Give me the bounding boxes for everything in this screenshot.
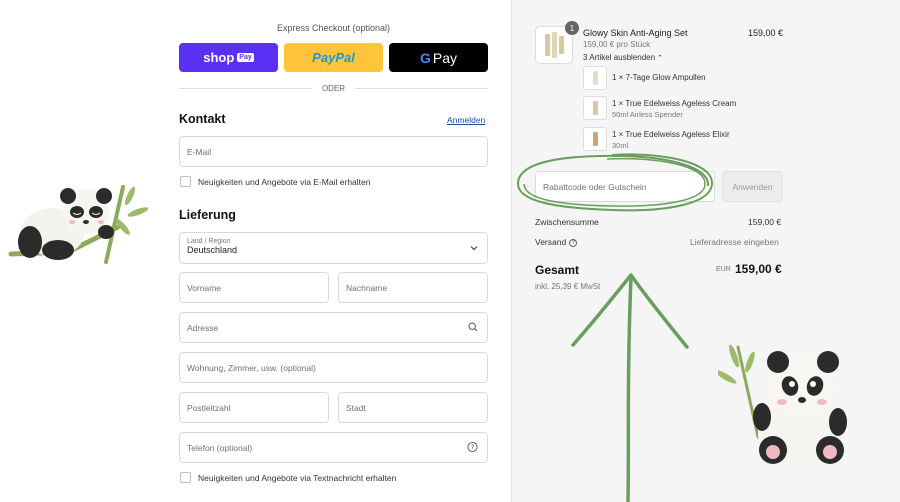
- google-pay-button[interactable]: G Pay: [389, 43, 488, 72]
- total-currency: EUR: [716, 266, 731, 273]
- subtotal-label: Zwischensumme: [535, 217, 599, 227]
- quantity-badge: 1: [565, 21, 579, 35]
- bundle-item-thumbnail: [583, 66, 607, 90]
- last-name-field[interactable]: Nachname: [338, 272, 488, 303]
- paypal-button[interactable]: Pay Pal: [284, 43, 383, 72]
- login-link[interactable]: Anmelden: [447, 115, 485, 125]
- phone-field[interactable]: Telefon (optional) ?: [179, 432, 488, 463]
- arrow-up-annotation: [571, 273, 689, 502]
- bundle-item-name: 1 × True Edelweiss Ageless Elixir: [612, 130, 730, 139]
- bundle-toggle-label: 3 Artikel ausblenden: [583, 53, 656, 62]
- bundle-toggle[interactable]: 3 Artikel ausblenden ⌃: [583, 53, 663, 62]
- shipping-row: Versand?: [535, 237, 578, 247]
- country-select[interactable]: Land / Region Deutschland: [179, 232, 488, 264]
- total-value: 159,00 €: [735, 262, 782, 276]
- paypal-label-pal: Pal: [335, 50, 355, 65]
- bundle-item-detail: 30ml: [612, 141, 629, 150]
- email-newsletter-checkbox[interactable]: [180, 176, 191, 187]
- shop-pay-button[interactable]: shop Pay: [179, 43, 278, 72]
- svg-text:?: ?: [471, 443, 475, 451]
- sitting-panda-sticker: [718, 344, 847, 466]
- address-placeholder: Adresse: [187, 322, 219, 333]
- help-icon[interactable]: ?: [467, 441, 478, 454]
- phone-placeholder: Telefon (optional): [187, 442, 253, 453]
- address-field[interactable]: Adresse: [179, 312, 488, 343]
- first-name-field[interactable]: Vorname: [179, 272, 329, 303]
- shop-pay-badge: Pay: [237, 53, 254, 62]
- or-divider: ODER: [179, 84, 488, 93]
- sleeping-panda-sticker: [8, 185, 148, 264]
- paypal-label-pay: Pay: [312, 50, 336, 65]
- sms-newsletter-checkbox[interactable]: [180, 472, 191, 483]
- email-newsletter-row[interactable]: Neuigkeiten und Angebote via E-Mail erha…: [180, 176, 370, 187]
- bundle-item-thumbnail: [583, 127, 607, 151]
- email-newsletter-label: Neuigkeiten und Angebote via E-Mail erha…: [198, 176, 371, 187]
- info-icon[interactable]: ?: [569, 238, 578, 247]
- apply-discount-button[interactable]: Anwenden: [722, 171, 783, 202]
- email-field[interactable]: E-Mail: [179, 136, 488, 167]
- last-name-placeholder: Nachname: [346, 282, 388, 293]
- delivery-heading: Lieferung: [179, 208, 236, 222]
- express-checkout-title: Express Checkout (optional): [276, 23, 391, 33]
- product-unit-price: 159,00 € pro Stück: [583, 40, 651, 49]
- sms-newsletter-label: Neuigkeiten und Angebote via Textnachric…: [198, 472, 397, 483]
- product-price: 159,00 €: [748, 28, 784, 38]
- city-field[interactable]: Stadt: [338, 392, 488, 423]
- product-name: Glowy Skin Anti-Aging Set: [583, 28, 688, 38]
- highlight-circle-annotation: [516, 153, 714, 212]
- or-divider-label: ODER: [321, 84, 346, 93]
- shop-pay-label: shop: [203, 50, 235, 65]
- contact-heading: Kontakt: [179, 112, 226, 126]
- first-name-placeholder: Vorname: [187, 282, 222, 293]
- google-pay-label: Pay: [432, 49, 457, 66]
- apartment-field[interactable]: Wohnung, Zimmer, usw. (optional): [179, 352, 488, 383]
- google-g-icon: G: [419, 49, 431, 66]
- search-icon: [468, 321, 478, 334]
- email-placeholder: E-Mail: [187, 146, 212, 157]
- bundle-item-name: 1 × 7-Tage Glow Ampullen: [612, 73, 706, 82]
- bundle-item-thumbnail: [583, 96, 607, 120]
- zip-field[interactable]: Postleitzahl: [179, 392, 329, 423]
- bundle-item-name: 1 × True Edelweiss Ageless Cream: [612, 99, 737, 108]
- bundle-item-detail: 50ml Airless Spender: [612, 110, 683, 119]
- country-select-label: Land / Region: [187, 238, 231, 245]
- chevron-down-icon: [470, 243, 478, 253]
- chevron-up-icon: ⌃: [657, 55, 664, 62]
- shipping-value: Lieferadresse eingeben: [690, 237, 779, 247]
- apartment-placeholder: Wohnung, Zimmer, usw. (optional): [187, 362, 316, 373]
- country-select-value: Deutschland: [187, 245, 238, 255]
- shipping-label: Versand: [535, 237, 567, 247]
- sms-newsletter-row[interactable]: Neuigkeiten und Angebote via Textnachric…: [180, 472, 396, 483]
- zip-placeholder: Postleitzahl: [187, 402, 231, 413]
- city-placeholder: Stadt: [346, 402, 366, 413]
- subtotal-value: 159,00 €: [748, 217, 782, 227]
